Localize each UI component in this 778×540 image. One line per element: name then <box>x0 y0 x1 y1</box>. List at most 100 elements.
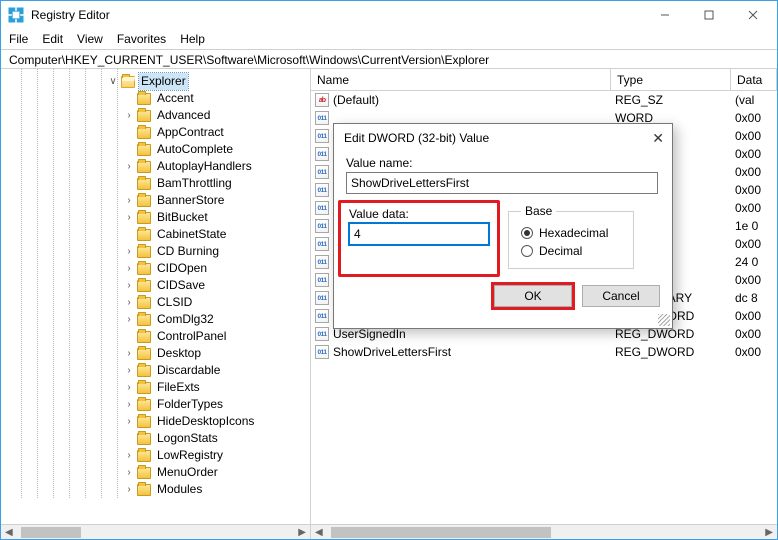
expander-icon[interactable]: ∨ <box>107 73 119 90</box>
radio-hex-label: Hexadecimal <box>539 226 608 240</box>
menubar: File Edit View Favorites Help <box>1 29 777 49</box>
radio-hex[interactable]: Hexadecimal <box>521 224 621 242</box>
tree-node[interactable]: ›AutoComplete <box>7 141 310 158</box>
address-input[interactable] <box>7 52 771 68</box>
list-row[interactable]: ShowDriveLettersFirstREG_DWORD0x00 <box>311 343 777 361</box>
chevron-right-icon[interactable]: ▶ <box>761 527 777 538</box>
ok-button[interactable]: OK <box>494 285 572 307</box>
expander-icon[interactable]: › <box>123 260 135 277</box>
menu-file[interactable]: File <box>9 32 28 46</box>
value-name-input[interactable] <box>346 172 658 194</box>
col-data[interactable]: Data <box>731 69 777 90</box>
minimize-button[interactable] <box>643 1 687 29</box>
folder-open-icon <box>121 76 135 88</box>
tree-node[interactable]: ›Modules <box>7 481 310 498</box>
tree-node[interactable]: ›AutoplayHandlers <box>7 158 310 175</box>
cancel-button[interactable]: Cancel <box>582 285 660 307</box>
tree-node[interactable]: ›BamThrottling <box>7 175 310 192</box>
chevron-right-icon[interactable]: ▶ <box>294 527 310 538</box>
menu-edit[interactable]: Edit <box>42 32 63 46</box>
scrollbar-thumb[interactable] <box>21 527 81 538</box>
radio-icon[interactable] <box>521 227 533 239</box>
menu-help[interactable]: Help <box>180 32 205 46</box>
tree-node[interactable]: ›Advanced <box>7 107 310 124</box>
edit-dword-dialog: Edit DWORD (32-bit) Value ✕ Value name: … <box>333 123 673 329</box>
tree-node[interactable]: ›ControlPanel <box>7 328 310 345</box>
value-data-input[interactable] <box>349 223 489 245</box>
list-hscroll[interactable]: ◀ ▶ <box>311 524 777 539</box>
cell-name: (Default) <box>315 93 615 107</box>
tree-node-explorer[interactable]: ∨ Explorer <box>7 73 310 90</box>
chevron-left-icon[interactable]: ◀ <box>311 527 327 538</box>
scrollbar-thumb[interactable] <box>331 527 551 538</box>
tree-node[interactable]: ›CLSID <box>7 294 310 311</box>
expander-icon[interactable]: › <box>123 277 135 294</box>
dialog-titlebar[interactable]: Edit DWORD (32-bit) Value ✕ <box>334 124 672 152</box>
tree-node[interactable]: ›Accent <box>7 90 310 107</box>
tree-node[interactable]: ›BannerStore <box>7 192 310 209</box>
expander-icon[interactable]: › <box>123 192 135 209</box>
expander-icon[interactable]: › <box>123 464 135 481</box>
expander-icon[interactable]: › <box>123 294 135 311</box>
col-type[interactable]: Type <box>611 69 731 90</box>
tree-node[interactable]: ›BitBucket <box>7 209 310 226</box>
chevron-left-icon[interactable]: ◀ <box>1 527 17 538</box>
tree-node-label: CabinetState <box>155 226 228 243</box>
close-button[interactable] <box>731 1 775 29</box>
cell-data: 0x00 <box>735 111 777 125</box>
tree-node[interactable]: ›CIDOpen <box>7 260 310 277</box>
folder-icon <box>137 348 151 360</box>
tree-node-label: LowRegistry <box>155 447 225 464</box>
expander-icon[interactable]: › <box>123 362 135 379</box>
tree-node[interactable]: › LowRegistry <box>7 447 310 464</box>
titlebar: Registry Editor <box>1 1 777 29</box>
expander-icon[interactable]: › <box>123 413 135 430</box>
col-name[interactable]: Name <box>311 69 611 90</box>
tree-node[interactable]: ›Desktop <box>7 345 310 362</box>
radio-icon[interactable] <box>521 245 533 257</box>
tree-node[interactable]: ›FileExts <box>7 379 310 396</box>
expander-icon[interactable]: › <box>123 209 135 226</box>
tree-node[interactable]: ›HideDesktopIcons <box>7 413 310 430</box>
tree-node[interactable]: ›CD Burning <box>7 243 310 260</box>
folder-icon <box>137 229 151 241</box>
tree-node[interactable]: ›CabinetState <box>7 226 310 243</box>
expander-icon[interactable]: › <box>123 107 135 124</box>
folder-icon <box>137 127 151 139</box>
binary-value-icon <box>315 183 329 197</box>
tree-node[interactable]: ›MenuOrder <box>7 464 310 481</box>
tree-node[interactable]: ›CIDSave <box>7 277 310 294</box>
expander-icon[interactable]: › <box>123 345 135 362</box>
resize-grip-icon[interactable] <box>658 314 670 326</box>
expander-icon[interactable]: › <box>123 481 135 498</box>
expander-icon[interactable]: › <box>123 311 135 328</box>
tree-node-label: AppContract <box>155 124 226 141</box>
folder-icon <box>137 178 151 190</box>
maximize-button[interactable] <box>687 1 731 29</box>
regedit-icon <box>7 6 25 24</box>
expander-icon[interactable]: › <box>123 379 135 396</box>
tree-node[interactable]: ›LogonStats <box>7 430 310 447</box>
tree-node[interactable]: ›Discardable <box>7 362 310 379</box>
base-legend: Base <box>521 204 556 218</box>
expander-icon[interactable]: › <box>123 396 135 413</box>
radio-decimal-label: Decimal <box>539 244 582 258</box>
tree-pane[interactable]: ∨ Explorer ›Accent›Advanced›AppContract›… <box>1 69 311 524</box>
expander-icon[interactable]: › <box>123 243 135 260</box>
tree-node[interactable]: ›AppContract <box>7 124 310 141</box>
tree-node[interactable]: ›FolderTypes <box>7 396 310 413</box>
list-row[interactable]: (Default)REG_SZ(val <box>311 91 777 109</box>
value-data-label: Value data: <box>349 207 489 221</box>
expander-icon[interactable]: › <box>123 447 135 464</box>
tree-hscroll[interactable]: ◀ ▶ <box>1 524 311 539</box>
binary-value-icon <box>315 255 329 269</box>
menu-view[interactable]: View <box>77 32 103 46</box>
cell-data: 0x00 <box>735 165 777 179</box>
binary-value-icon <box>315 147 329 161</box>
dialog-close-button[interactable]: ✕ <box>652 130 664 147</box>
expander-icon[interactable]: › <box>123 158 135 175</box>
cell-data: 0x00 <box>735 201 777 215</box>
tree-node[interactable]: ›ComDlg32 <box>7 311 310 328</box>
radio-decimal[interactable]: Decimal <box>521 242 621 260</box>
menu-favorites[interactable]: Favorites <box>117 32 166 46</box>
